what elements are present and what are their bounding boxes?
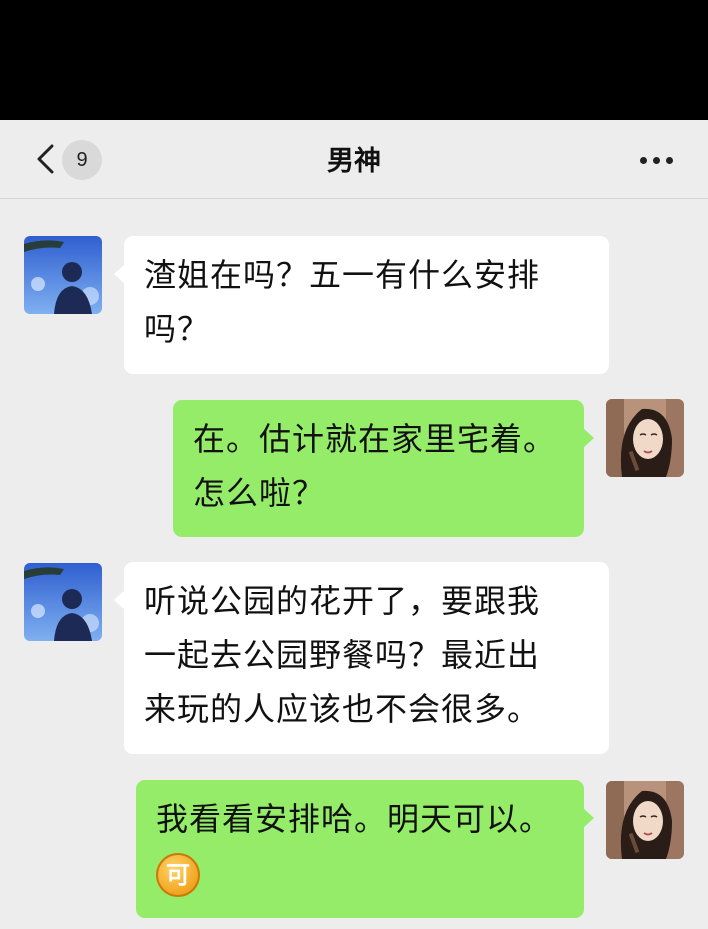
male-silhouette-avatar: [24, 563, 102, 641]
chat-title: 男神: [327, 146, 381, 177]
female-portrait-avatar: [606, 781, 684, 859]
female-portrait-avatar: [606, 399, 684, 477]
contact-avatar[interactable]: [24, 236, 102, 314]
status-bar: [0, 0, 708, 120]
message-text-line: 怎么啦？: [193, 474, 326, 512]
contact-avatar[interactable]: [24, 563, 102, 641]
message-text-line: 一起去公园野餐吗？最近出: [144, 636, 541, 674]
male-silhouette-avatar: [24, 236, 102, 314]
self-avatar[interactable]: [606, 399, 684, 477]
message-bubble-received[interactable]: 听说公园的花开了，要跟我 一起去公园野餐吗？最近出 来玩的人应该也不会很多。: [114, 562, 609, 754]
message-bubble-sent[interactable]: 我看看安排哈。明天可以。 可: [136, 780, 594, 918]
chevron-left-icon[interactable]: [34, 144, 56, 174]
self-avatar[interactable]: [606, 781, 684, 859]
message-text-line: 在。估计就在家里宅着。: [193, 420, 557, 458]
more-dots-icon[interactable]: [636, 150, 676, 170]
message-text-line: 来玩的人应该也不会很多。: [144, 690, 541, 728]
message-bubble-sent[interactable]: 在。估计就在家里宅着。 怎么啦？: [173, 400, 594, 537]
ke-emoji-icon: 可: [156, 853, 200, 897]
message-text-line: 吗？: [144, 310, 211, 348]
message-text-line: 我看看安排哈。明天可以。: [156, 800, 553, 838]
message-text-line: 渣姐在吗？五一有什么安排: [144, 256, 541, 294]
message-bubble-received[interactable]: 渣姐在吗？五一有什么安排 吗？: [114, 236, 609, 374]
message-text-line: 听说公园的花开了，要跟我: [144, 582, 541, 620]
unread-count-badge[interactable]: 9: [62, 140, 102, 180]
